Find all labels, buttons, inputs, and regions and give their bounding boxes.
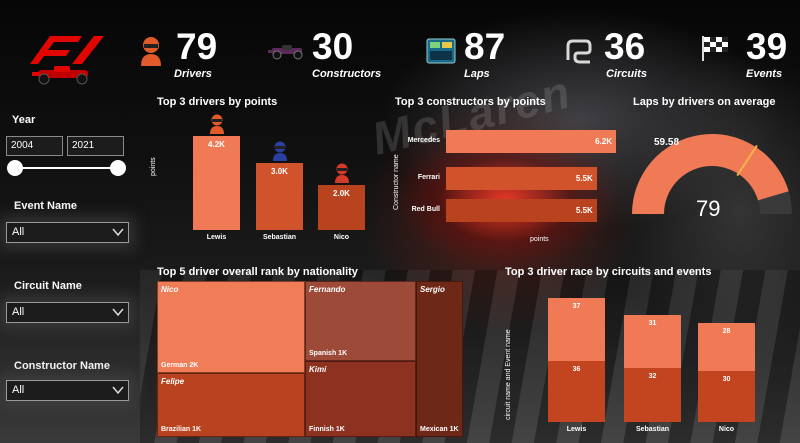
kpi-events: 39 Events	[700, 26, 800, 82]
kpi-circuits: 36 Circuits	[564, 26, 664, 82]
tile-driver-name: Felipe	[161, 377, 185, 386]
gauge-chart-title: Laps by drivers on average	[633, 96, 776, 108]
kpi-constructors: 30 Constructors	[268, 26, 388, 82]
constructor-bar-category: Ferrari	[417, 174, 440, 181]
checkered-flag-icon	[700, 34, 734, 64]
constructor-name-value: All	[12, 384, 25, 396]
race-car-icon	[268, 40, 303, 70]
driver-bar	[193, 136, 240, 230]
kpi-constructors-label: Constructors	[312, 68, 382, 80]
year-slider-start-handle[interactable]	[7, 160, 23, 176]
tile-nationality-value: German 2K	[161, 362, 199, 369]
constructor-filter-title: Constructor Name	[14, 360, 110, 372]
circuit-filter-title: Circuit Name	[14, 280, 82, 292]
race-chart-title: Top 3 driver race by circuits and events	[505, 266, 712, 278]
top-drivers-y-axis-label: points	[150, 157, 157, 176]
kpi-laps-value: 87	[464, 26, 506, 67]
driver-blue-helmet-icon	[271, 141, 289, 161]
lap-counter-icon	[426, 38, 460, 68]
event-name-value: All	[12, 226, 25, 238]
circuit-track-icon	[564, 38, 598, 68]
tile-driver-name: Fernando	[309, 285, 346, 294]
kpi-drivers-label: Drivers	[174, 68, 212, 80]
top-constructors-y-axis-label: Constructor name	[393, 154, 400, 210]
race-bar-category: Nico	[718, 426, 735, 433]
driver-bar-value: 3.0K	[271, 166, 288, 176]
year-slider-end-handle[interactable]	[110, 160, 126, 176]
kpi-drivers-value: 79	[176, 26, 218, 67]
circuit-name-value: All	[12, 306, 25, 318]
chevron-down-icon	[112, 386, 124, 395]
driver-bar-value: 2.0K	[333, 189, 350, 199]
kpi-drivers: 79 Drivers	[138, 26, 238, 82]
driver-bar-category: Lewis	[206, 234, 227, 241]
race-bar-bottom-value: 32	[648, 372, 657, 380]
kpi-events-value: 39	[746, 26, 788, 67]
year-from-input[interactable]: 2004	[6, 136, 63, 156]
race-bar-top-value: 28	[722, 328, 731, 336]
treemap-tile[interactable]: Fernando Spanish 1K	[305, 281, 416, 361]
treemap-tile[interactable]: Sergio Mexican 1K	[416, 281, 463, 437]
kpi-circuits-value: 36	[604, 26, 646, 67]
race-bar-bottom-value: 36	[572, 365, 581, 373]
driver-red-helmet-icon	[333, 163, 351, 184]
constructor-name-dropdown[interactable]: All	[6, 380, 129, 401]
race-bar-category: Lewis	[566, 426, 587, 433]
kpi-laps: 87 Laps	[426, 26, 526, 82]
chevron-down-icon	[112, 308, 124, 317]
driver-bar-category: Sebastian	[262, 234, 297, 241]
circuit-name-dropdown[interactable]: All	[6, 302, 129, 323]
year-slider-track[interactable]	[14, 167, 120, 169]
event-name-dropdown[interactable]: All	[6, 222, 129, 243]
constructor-bar-value: 6.2K	[595, 137, 612, 146]
gauge-target-label: 59.58	[654, 137, 680, 148]
treemap-chart-title: Top 5 driver overall rank by nationality	[157, 266, 358, 278]
race-bar-category: Sebastian	[635, 426, 670, 433]
race-bar-top-value: 31	[648, 319, 657, 327]
race-chart-y-axis-label: circuit name and Event name	[505, 329, 512, 420]
treemap-tile[interactable]: Felipe Brazilian 1K	[157, 373, 305, 437]
kpi-circuits-label: Circuits	[606, 68, 647, 80]
kpi-constructors-value: 30	[312, 26, 354, 67]
tile-nationality-value: Mexican 1K	[420, 426, 459, 433]
driver-helmet-icon	[138, 36, 172, 66]
race-bar-bottom-value: 30	[722, 376, 731, 383]
tile-nationality-value: Finnish 1K	[309, 426, 345, 433]
driver-bar-value: 4.2K	[208, 140, 225, 149]
constructor-bar-category: Red Bull	[411, 206, 440, 213]
tile-driver-name: Kimi	[309, 365, 327, 374]
constructor-bar-value: 5.5K	[575, 206, 593, 215]
top-constructors-x-axis-label: points	[530, 236, 549, 243]
nationality-treemap: Nico German 2K Fernando Spanish 1K Sergi…	[157, 281, 463, 437]
constructor-bar-value: 5.5K	[575, 174, 593, 183]
tile-nationality-value: Brazilian 1K	[161, 426, 202, 433]
treemap-tile[interactable]: Nico German 2K	[157, 281, 305, 373]
driver-orange-helmet-icon	[208, 114, 226, 134]
race-bar-top-value: 37	[572, 302, 581, 310]
tile-driver-name: Nico	[161, 285, 179, 294]
tile-driver-name: Sergio	[420, 285, 445, 294]
constructor-bar-category: Mercedes	[407, 137, 440, 144]
chevron-down-icon	[112, 228, 124, 237]
gauge-value-label: 79	[696, 196, 721, 221]
treemap-tile[interactable]: Kimi Finnish 1K	[305, 361, 416, 437]
driver-bar-category: Nico	[333, 234, 350, 241]
year-to-input[interactable]: 2021	[67, 136, 124, 156]
kpi-laps-label: Laps	[464, 68, 490, 80]
kpi-events-label: Events	[746, 68, 783, 80]
top-drivers-chart-title: Top 3 drivers by points	[157, 96, 278, 108]
f1-logo-icon	[24, 28, 110, 86]
top-constructors-chart-title: Top 3 constructors by points	[395, 96, 546, 108]
event-filter-title: Event Name	[14, 200, 77, 212]
tile-nationality-value: Spanish 1K	[309, 350, 348, 357]
year-filter-title: Year	[12, 114, 36, 126]
